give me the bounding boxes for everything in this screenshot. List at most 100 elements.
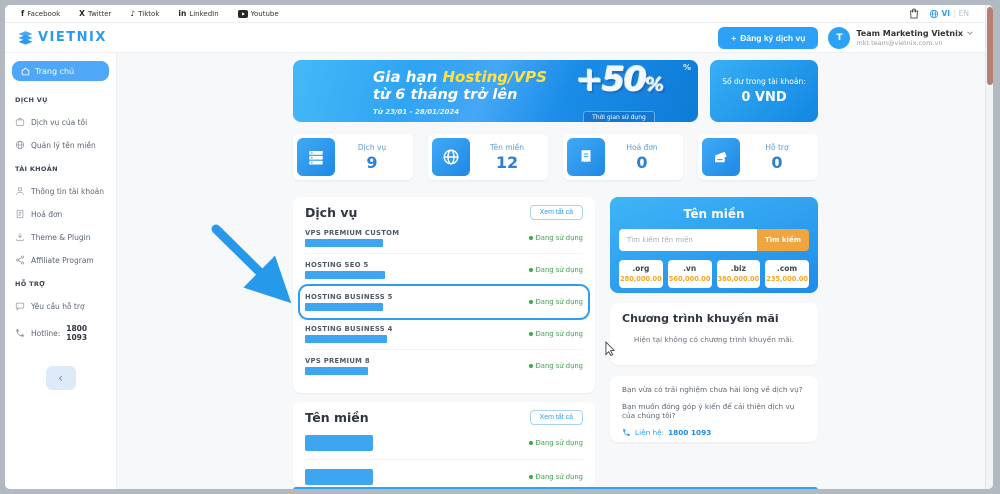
- services-card: Dịch vụ Xem tất cả VPS PREMIUM CUSTOM Đa…: [293, 197, 595, 393]
- sidebar-item-account-info[interactable]: Thông tin tài khoản: [15, 186, 106, 196]
- sidebar-item-label: Yêu cầu hỗ trợ: [31, 302, 85, 311]
- facebook-link[interactable]: f Facebook: [21, 9, 60, 18]
- domain-row[interactable]: Đang sử dụng: [305, 427, 583, 460]
- stat-card-invoices[interactable]: Hoá đơn 0: [563, 134, 683, 180]
- tld-price: 560,000.00: [668, 275, 712, 283]
- support-chat-icon: [15, 301, 25, 311]
- promotions-card: Chương trình khuyến mãi Hiện tại không c…: [610, 303, 818, 365]
- stat-label: Hoá đơn: [605, 143, 679, 152]
- status-dot: [529, 475, 533, 479]
- plus-icon: +: [731, 33, 736, 43]
- percent-deco-icon: %: [683, 63, 691, 72]
- domain-row[interactable]: Đang sử dụng: [305, 460, 583, 487]
- tld-price-com[interactable]: .com 235,000.00: [765, 260, 809, 288]
- globe-icon: [442, 148, 460, 166]
- redacted-domain: [305, 435, 373, 451]
- sidebar-item-hotline[interactable]: Hotline: 1800 1093: [15, 324, 106, 342]
- twitter-link[interactable]: X Twitter: [79, 9, 111, 18]
- social-topbar: f Facebook X Twitter ♪ Tiktok in LinkedI…: [5, 5, 985, 23]
- brand-logo[interactable]: VIETNIX: [17, 29, 107, 46]
- receipt-icon: [577, 148, 595, 166]
- lang-other[interactable]: EN: [959, 9, 969, 18]
- tld-price-org[interactable]: .org 280,000.00: [619, 260, 663, 288]
- service-name: HOSTING BUSINESS 5: [305, 293, 393, 301]
- status-dot: [529, 364, 533, 368]
- sidebar-item-home[interactable]: Trang chủ: [12, 61, 109, 81]
- app-window: f Facebook X Twitter ♪ Tiktok in LinkedI…: [5, 5, 993, 489]
- redacted-domain: [305, 239, 383, 247]
- domains-view-all-button[interactable]: Xem tất cả: [530, 410, 583, 425]
- balance-value: 0 VND: [741, 90, 786, 105]
- account-balance-card: Số dư trong tài khoản: 0 VND: [710, 60, 818, 122]
- sidebar-item-label: Thông tin tài khoản: [31, 187, 104, 196]
- sidebar-item-theme-plugin[interactable]: Theme & Plugin: [15, 232, 106, 242]
- service-row-highlighted[interactable]: HOSTING BUSINESS 5 Đang sử dụng: [300, 286, 588, 318]
- phone-icon: [622, 428, 631, 437]
- sidebar-item-invoices[interactable]: Hoá đơn: [15, 209, 106, 219]
- service-row[interactable]: HOSTING BUSINESS 4 Đang sử dụng: [305, 318, 583, 350]
- services-view-all-button[interactable]: Xem tất cả: [530, 205, 583, 220]
- domain-search-card: Tên miền Tìm kiếm .org 280,000.00 .vn 56…: [610, 197, 818, 293]
- service-name: HOSTING BUSINESS 4: [305, 325, 393, 333]
- stat-card-domains[interactable]: Tên miền 12: [428, 134, 548, 180]
- tld-name: .vn: [668, 264, 712, 273]
- banner-title: Gia hạn Hosting/VPS: [373, 68, 547, 86]
- domain-search-button[interactable]: Tìm kiếm: [757, 229, 809, 251]
- tld-name: .com: [765, 264, 809, 273]
- tiktok-link[interactable]: ♪ Tiktok: [130, 9, 159, 18]
- feedback-contact[interactable]: Liên hệ: 1800 1093: [622, 428, 806, 437]
- linkedin-link[interactable]: in LinkedIn: [178, 9, 218, 18]
- status-dot: [529, 441, 533, 445]
- sidebar-item-my-services[interactable]: Dịch vụ của tôi: [15, 117, 106, 127]
- service-row[interactable]: HOSTING SEO 5 Đang sử dụng: [305, 254, 583, 286]
- promotions-title: Chương trình khuyến mãi: [622, 312, 806, 325]
- service-row[interactable]: VPS PREMIUM CUSTOM Đang sử dụng: [305, 222, 583, 254]
- domain-search-input[interactable]: [619, 229, 757, 251]
- sidebar-collapse-button[interactable]: ‹: [46, 366, 76, 390]
- tld-price-vn[interactable]: .vn 560,000.00: [668, 260, 712, 288]
- status-badge: Đang sử dụng: [536, 439, 583, 447]
- banner-promo-value: +50%: [554, 61, 684, 104]
- service-name: VPS PREMIUM CUSTOM: [305, 229, 399, 237]
- youtube-link[interactable]: Youtube: [238, 10, 279, 18]
- register-service-button[interactable]: + Đăng ký dịch vụ: [718, 27, 818, 49]
- cart-icon[interactable]: [909, 8, 919, 19]
- feedback-line: Bạn vừa có trải nghiệm chưa hài lòng về …: [622, 385, 806, 394]
- user-email: mkt.team@vietnix.com.vn: [856, 39, 973, 47]
- feedback-contact-number: 1800 1093: [668, 428, 711, 437]
- scrollbar-thumb[interactable]: [987, 7, 993, 85]
- lang-current[interactable]: VI: [942, 9, 951, 18]
- redacted-domain: [305, 271, 385, 279]
- share-icon: [15, 255, 25, 265]
- tld-name: .org: [619, 264, 663, 273]
- stat-card-services[interactable]: Dịch vụ 9: [293, 134, 413, 180]
- sidebar-item-domain-management[interactable]: Quản lý tên miền: [15, 140, 106, 150]
- globe-icon: [929, 9, 939, 19]
- tld-name: .biz: [717, 264, 761, 273]
- server-icon: [307, 148, 325, 166]
- tld-price-biz[interactable]: .biz 380,000.00: [717, 260, 761, 288]
- brand-name: VIETNIX: [38, 30, 107, 45]
- stat-label: Hỗ trợ: [740, 143, 814, 152]
- language-switcher[interactable]: VI | EN: [929, 9, 970, 19]
- sidebar-item-label: Quản lý tên miền: [31, 141, 96, 150]
- banner-promo-caption: Thời gian sử dụng: [583, 111, 655, 122]
- footer-banner-edge: [293, 487, 818, 489]
- promotions-empty-message: Hiện tại không có chương trình khuyến mã…: [622, 335, 806, 344]
- stat-card-support[interactable]: Hỗ trợ 0: [698, 134, 818, 180]
- promo-banner[interactable]: Gia hạn Hosting/VPS từ 6 tháng trở lên T…: [293, 60, 698, 122]
- stat-value: 12: [470, 153, 544, 172]
- stat-value: 0: [605, 153, 679, 172]
- page-scrollbar[interactable]: [985, 5, 993, 489]
- feedback-card: Bạn vừa có trải nghiệm chưa hài lòng về …: [610, 376, 818, 442]
- main-content: Gia hạn Hosting/VPS từ 6 tháng trở lên T…: [117, 53, 985, 489]
- sidebar-item-affiliate[interactable]: Affiliate Program: [15, 255, 106, 265]
- download-icon: [15, 232, 25, 242]
- stat-label: Dịch vụ: [335, 143, 409, 152]
- service-row[interactable]: VPS PREMIUM 8 Đang sử dụng: [305, 350, 583, 382]
- hotline-number: 1800 1093: [66, 324, 106, 342]
- hotline-label: Hotline:: [31, 329, 60, 338]
- sidebar-item-support-request[interactable]: Yêu cầu hỗ trợ: [15, 301, 106, 311]
- user-menu[interactable]: T Team Marketing Vietnix mkt.team@vietni…: [828, 27, 973, 49]
- banner-subtitle: từ 6 tháng trở lên: [373, 87, 547, 103]
